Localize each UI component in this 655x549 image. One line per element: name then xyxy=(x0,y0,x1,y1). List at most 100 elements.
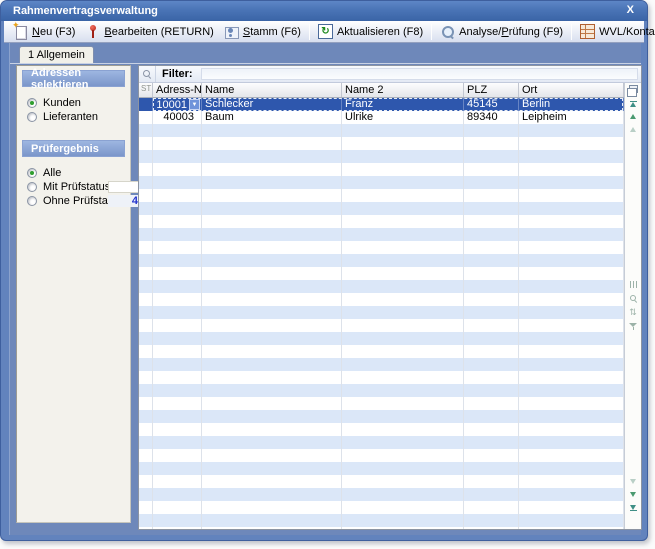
adressnr-cell[interactable]: 40003 xyxy=(153,111,202,124)
application-window: Rahmenvertragsverwaltung X Neu (F3) Bear… xyxy=(0,0,648,541)
tab-allgemein[interactable]: 1 Allgemein xyxy=(19,46,94,63)
empty-table-row xyxy=(139,176,624,189)
section-header-adressen: Adressen selektieren xyxy=(22,70,125,87)
radio-label: Alle xyxy=(43,167,61,179)
empty-rows xyxy=(139,124,624,529)
empty-table-row xyxy=(139,202,624,215)
columns-icon[interactable] xyxy=(625,277,641,291)
toolbar-separator xyxy=(309,24,310,40)
empty-table-row xyxy=(139,423,624,436)
empty-table-row xyxy=(139,410,624,423)
name-cell[interactable]: Schlecker xyxy=(202,98,342,111)
table-row-selected[interactable]: 10001 ▼ Schlecker Franz 45145 Berlin xyxy=(139,98,624,111)
master-data-button[interactable]: Stamm (F6) xyxy=(219,23,306,41)
plz-cell[interactable]: 45145 xyxy=(464,98,519,111)
title-bar[interactable]: Rahmenvertragsverwaltung X xyxy=(1,1,647,21)
new-button-label: Neu (F3) xyxy=(32,26,75,38)
plz-cell[interactable]: 89340 xyxy=(464,111,519,124)
search-icon[interactable] xyxy=(625,291,641,305)
pruefstatus-input[interactable] xyxy=(108,181,141,193)
empty-table-row xyxy=(139,267,624,280)
ort-cell[interactable]: Berlin xyxy=(519,98,624,111)
scroll-first-icon[interactable] xyxy=(625,97,641,110)
grid-header-row: ST Adress-Nr. Name Name 2 PLZ Ort xyxy=(139,83,624,98)
filter-funnel-icon[interactable] xyxy=(625,319,641,333)
empty-table-row xyxy=(139,189,624,202)
empty-table-row xyxy=(139,241,624,254)
edit-button-label: Bearbeiten (RETURN) xyxy=(104,26,213,38)
st-cell xyxy=(139,98,153,111)
radio-option-lieferanten[interactable]: Lieferanten xyxy=(27,110,130,124)
column-header-name[interactable]: Name xyxy=(202,83,342,97)
master-data-button-label: Stamm (F6) xyxy=(243,26,301,38)
edit-button[interactable]: Bearbeiten (RETURN) xyxy=(80,23,218,41)
filter-lens-cell[interactable] xyxy=(139,66,156,82)
empty-table-row xyxy=(139,306,624,319)
scroll-up-icon[interactable] xyxy=(625,110,641,123)
name-cell[interactable]: Baum xyxy=(202,111,342,124)
refresh-button[interactable]: ↻ Aktualisieren (F8) xyxy=(313,23,428,41)
empty-table-row xyxy=(139,124,624,137)
radio-icon[interactable] xyxy=(27,182,37,192)
ort-cell[interactable]: Leipheim xyxy=(519,111,624,124)
column-header-adressnr[interactable]: Adress-Nr. xyxy=(153,83,202,97)
grid-nav-strip: ⇅ xyxy=(624,83,641,529)
contact-button[interactable]: WVL/Kontakt (F7) xyxy=(575,23,655,41)
contact-grid-icon xyxy=(580,24,595,39)
radio-label: Mit Prüfstatus xyxy=(43,181,110,193)
scroll-last-icon[interactable] xyxy=(625,501,641,514)
toolbar: Neu (F3) Bearbeiten (RETURN) Stamm (F6) … xyxy=(4,21,644,43)
analyze-button[interactable]: Analyse/Prüfung (F9) xyxy=(435,23,568,41)
filter-bar: Filter: xyxy=(139,66,641,83)
empty-table-row xyxy=(139,397,624,410)
empty-table-row xyxy=(139,293,624,306)
radio-icon[interactable] xyxy=(27,112,37,122)
empty-table-row xyxy=(139,449,624,462)
empty-table-row xyxy=(139,436,624,449)
radio-icon[interactable] xyxy=(27,196,37,206)
toolbar-separator xyxy=(571,24,572,40)
tab-page: 1 Allgemein Adressen selektieren Kunden … xyxy=(9,43,641,535)
empty-table-row xyxy=(139,137,624,150)
empty-table-row xyxy=(139,332,624,345)
sort-icon[interactable]: ⇅ xyxy=(625,305,641,319)
scroll-down-icon[interactable] xyxy=(625,488,641,501)
column-chooser-icon[interactable] xyxy=(629,85,638,93)
adressnr-cell[interactable]: 10001 ▼ xyxy=(153,98,202,111)
filter-magnifier-icon xyxy=(143,70,151,78)
empty-table-row xyxy=(139,228,624,241)
column-header-st[interactable]: ST xyxy=(139,83,153,97)
name2-cell[interactable]: Franz xyxy=(342,98,464,111)
name2-cell[interactable]: Ulrike xyxy=(342,111,464,124)
empty-table-row xyxy=(139,475,624,488)
scroll-up-disabled-icon xyxy=(625,123,641,136)
empty-table-row xyxy=(139,345,624,358)
empty-table-row xyxy=(139,150,624,163)
magnifier-icon xyxy=(440,24,455,39)
toolbar-separator xyxy=(431,24,432,40)
dropdown-icon[interactable]: ▼ xyxy=(189,99,200,110)
radio-icon[interactable] xyxy=(27,98,37,108)
radio-label: Kunden xyxy=(43,97,81,109)
empty-table-row xyxy=(139,488,624,501)
table-row[interactable]: 40003 Baum Ulrike 89340 Leipheim xyxy=(139,111,624,124)
radio-option-mit-pruefstatus[interactable]: Mit Prüfstatus xyxy=(27,180,130,194)
window-title: Rahmenvertragsverwaltung xyxy=(13,5,158,17)
radio-option-ohne-pruefstatus[interactable]: Ohne Prüfstatus 4 xyxy=(27,194,130,208)
column-header-name2[interactable]: Name 2 xyxy=(342,83,464,97)
filter-input[interactable] xyxy=(201,68,638,80)
new-button[interactable]: Neu (F3) xyxy=(8,23,80,41)
radio-icon[interactable] xyxy=(27,168,37,178)
radio-option-kunden[interactable]: Kunden xyxy=(27,96,130,110)
empty-table-row xyxy=(139,254,624,267)
empty-table-row xyxy=(139,215,624,228)
tab-divider xyxy=(10,63,641,64)
close-icon[interactable]: X xyxy=(627,4,634,16)
sidebar-panel: Adressen selektieren Kunden Lieferanten … xyxy=(16,65,131,523)
column-header-ort[interactable]: Ort xyxy=(519,83,624,97)
new-document-icon xyxy=(13,24,28,39)
column-header-plz[interactable]: PLZ xyxy=(464,83,519,97)
empty-table-row xyxy=(139,384,624,397)
radio-option-alle[interactable]: Alle xyxy=(27,166,130,180)
section-header-pruefergebnis: Prüfergebnis xyxy=(22,140,125,157)
